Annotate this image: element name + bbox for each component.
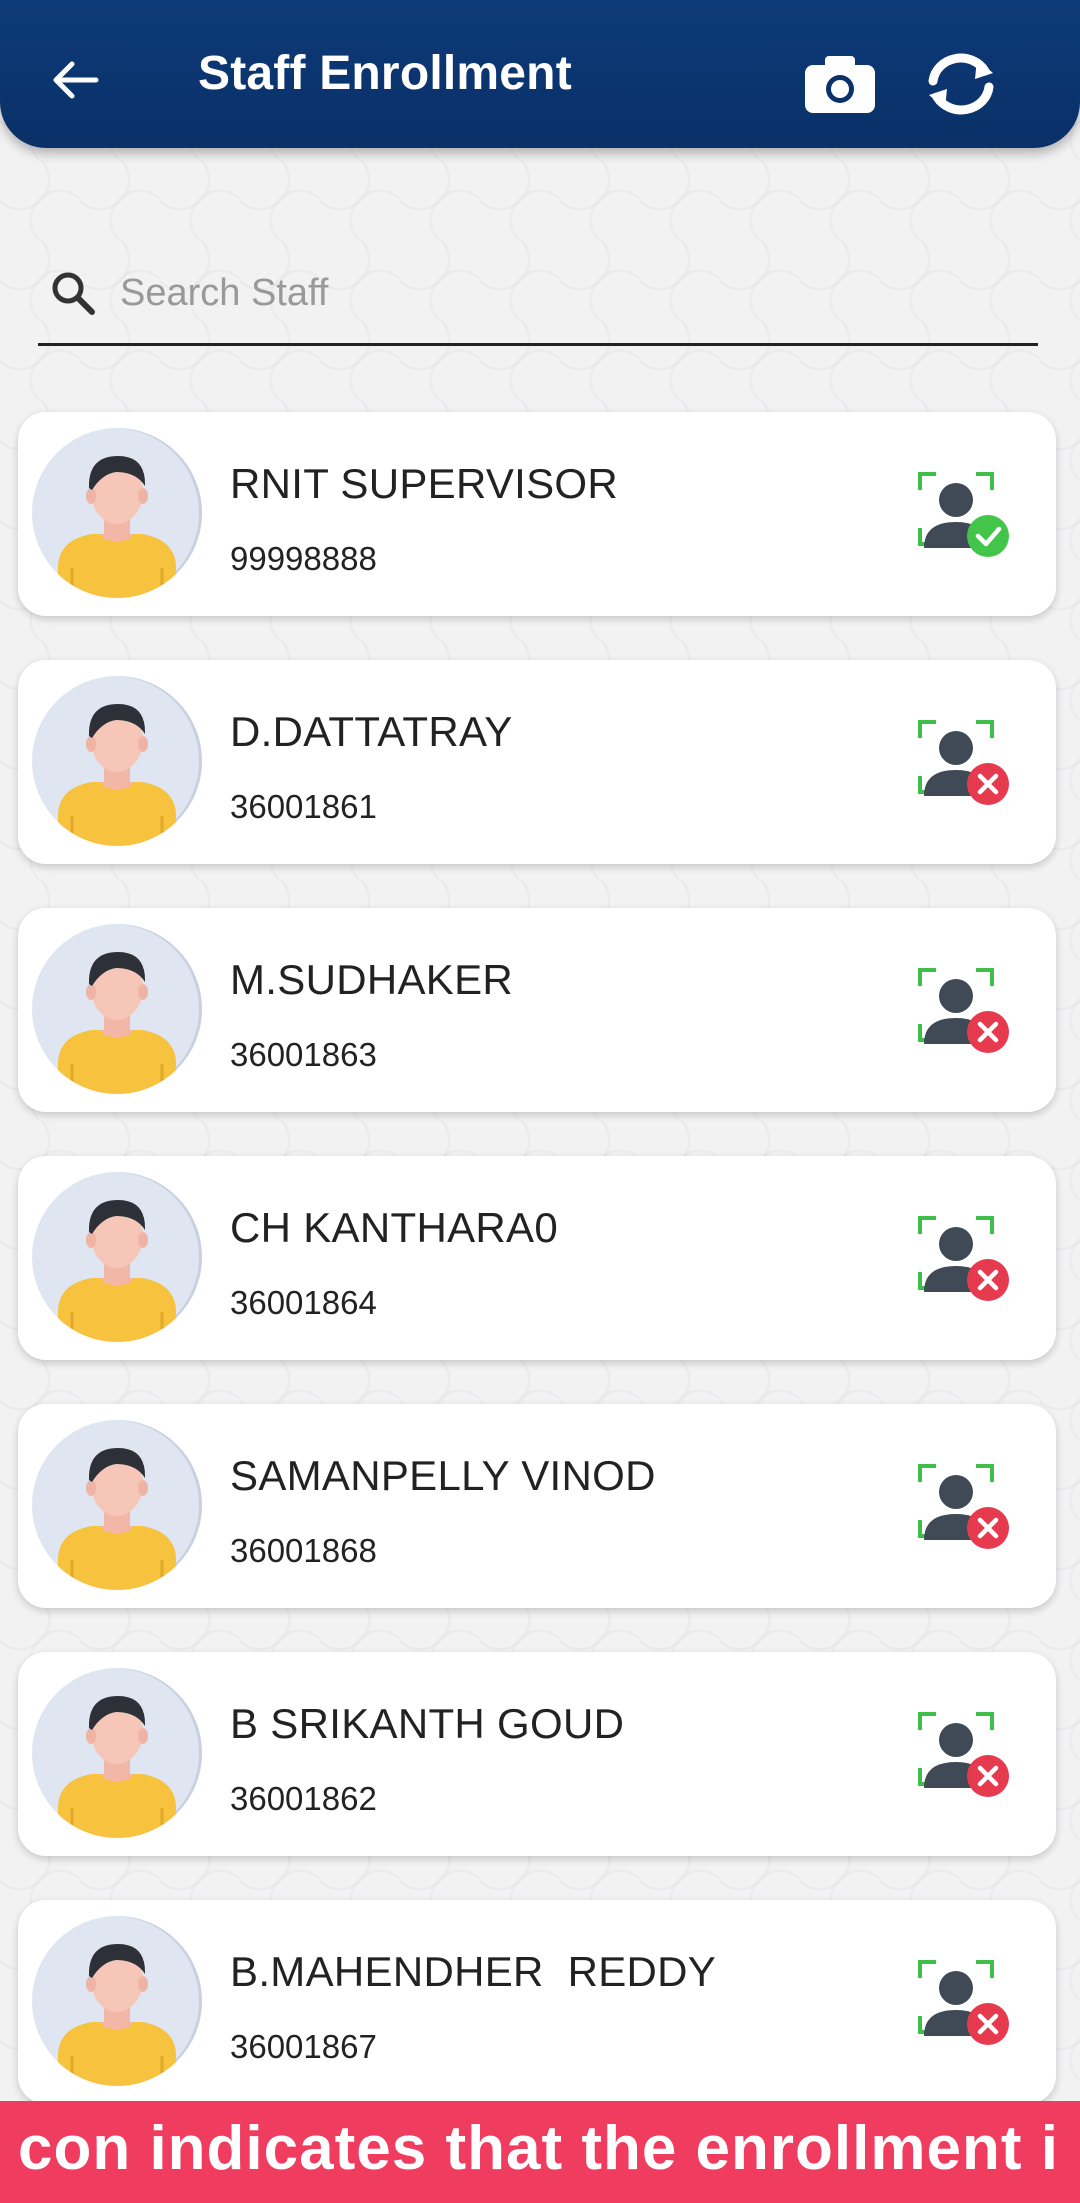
not-enrolled-status-icon[interactable] bbox=[916, 966, 1020, 1058]
not-enrolled-status-icon[interactable] bbox=[916, 1710, 1020, 1802]
staff-id: 36001868 bbox=[230, 1532, 377, 1569]
not-enrolled-status-icon[interactable] bbox=[916, 718, 1020, 810]
staff-card[interactable]: CH KANTHARA0 36001864 bbox=[18, 1156, 1056, 1360]
not-enrolled-status-icon[interactable] bbox=[916, 1214, 1020, 1306]
avatar bbox=[32, 676, 202, 846]
search-bar bbox=[38, 238, 1038, 346]
staff-name: SAMANPELLY VINOD bbox=[230, 1452, 656, 1499]
avatar bbox=[32, 1668, 202, 1838]
staff-name: CH KANTHARA0 bbox=[230, 1204, 558, 1251]
avatar bbox=[32, 1172, 202, 1342]
staff-card[interactable]: SAMANPELLY VINOD 36001868 bbox=[18, 1404, 1056, 1608]
staff-name: B SRIKANTH GOUD bbox=[230, 1700, 625, 1747]
staff-card[interactable]: RNIT SUPERVISOR 99998888 bbox=[18, 412, 1056, 616]
search-icon bbox=[52, 272, 95, 315]
arrow-left-icon bbox=[53, 61, 99, 99]
app-header: Staff Enrollment bbox=[0, 0, 1080, 148]
staff-id: 36001867 bbox=[230, 2028, 377, 2065]
staff-id: 36001864 bbox=[230, 1284, 377, 1321]
not-enrolled-status-icon[interactable] bbox=[916, 1958, 1020, 2050]
enrolled-status-icon[interactable] bbox=[916, 470, 1020, 562]
staff-name: B.MAHENDHER REDDY bbox=[230, 1948, 717, 1995]
staff-id: 36001863 bbox=[230, 1036, 377, 1073]
staff-id: 36001862 bbox=[230, 1780, 377, 1817]
camera-button[interactable] bbox=[800, 48, 880, 120]
back-button[interactable] bbox=[40, 45, 110, 115]
sync-icon bbox=[928, 53, 994, 115]
avatar bbox=[32, 428, 202, 598]
avatar bbox=[32, 1916, 202, 2086]
avatar bbox=[32, 924, 202, 1094]
staff-name: RNIT SUPERVISOR bbox=[230, 460, 619, 507]
staff-name: M.SUDHAKER bbox=[230, 956, 514, 1003]
staff-card[interactable]: M.SUDHAKER 36001863 bbox=[18, 908, 1056, 1112]
staff-card[interactable]: D.DATTATRAY 36001861 bbox=[18, 660, 1056, 864]
sync-button[interactable] bbox=[916, 44, 1006, 124]
camera-icon bbox=[805, 56, 875, 113]
search-input[interactable] bbox=[120, 258, 1020, 328]
staff-id: 99998888 bbox=[230, 540, 377, 577]
caption-text: con indicates that the enrollment i bbox=[18, 2114, 1059, 2183]
staff-card[interactable]: B SRIKANTH GOUD 36001862 bbox=[18, 1652, 1056, 1856]
staff-card[interactable]: B.MAHENDHER REDDY 36001867 bbox=[18, 1900, 1056, 2104]
staff-id: 36001861 bbox=[230, 788, 377, 825]
staff-name: D.DATTATRAY bbox=[230, 708, 513, 755]
page-title: Staff Enrollment bbox=[198, 47, 572, 100]
avatar bbox=[32, 1420, 202, 1590]
caption-banner: con indicates that the enrollment i bbox=[0, 2101, 1080, 2203]
not-enrolled-status-icon[interactable] bbox=[916, 1462, 1020, 1554]
